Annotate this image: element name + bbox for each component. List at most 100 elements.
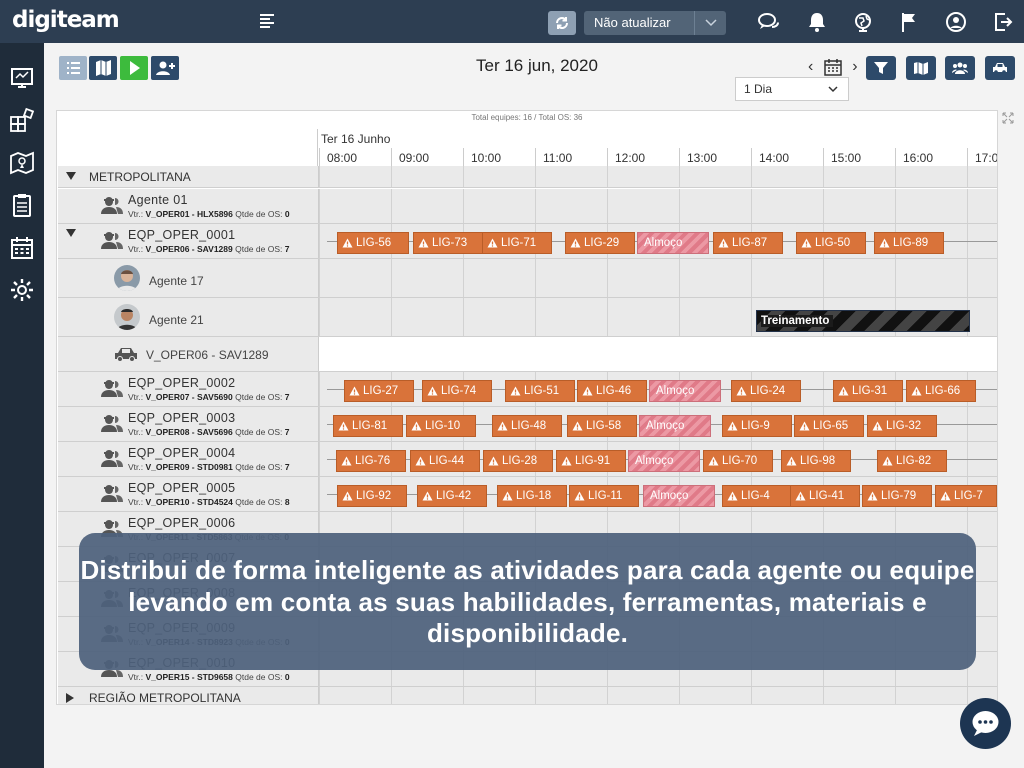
agent-avatar <box>114 304 140 330</box>
expand-icon[interactable] <box>1002 112 1014 124</box>
agent-name[interactable]: Agente 21 <box>149 313 204 327</box>
team-name[interactable]: EQP_OPER_0004 <box>128 446 235 460</box>
auto-update-select[interactable]: Não atualizar <box>584 11 726 35</box>
work-order-task[interactable]: LIG-11 <box>569 485 639 507</box>
work-order-task[interactable]: LIG-82 <box>877 450 947 472</box>
collapse-icon[interactable] <box>66 229 76 237</box>
hour-label: 10:00 <box>471 151 502 165</box>
group-label[interactable]: REGIÃO METROPOLITANA <box>89 691 241 704</box>
prev-day-button[interactable]: ‹ <box>808 58 813 75</box>
lunch-break[interactable]: Almoço <box>639 415 711 437</box>
work-order-task[interactable]: LIG-18 <box>497 485 567 507</box>
calendar-icon[interactable] <box>9 235 35 261</box>
work-order-task[interactable]: LIG-48 <box>492 415 562 437</box>
period-select[interactable]: 1 Dia <box>735 77 849 101</box>
dashboard-icon[interactable] <box>9 64 35 90</box>
map-button[interactable] <box>906 56 936 80</box>
globe-icon[interactable] <box>851 10 875 34</box>
team-icon <box>100 483 124 503</box>
work-order-task[interactable]: LIG-65 <box>794 415 864 437</box>
expand-group-icon[interactable] <box>66 693 74 703</box>
work-order-task[interactable]: LIG-91 <box>556 450 626 472</box>
work-order-task[interactable]: LIG-24 <box>731 380 801 402</box>
work-order-task[interactable]: LIG-46 <box>577 380 647 402</box>
play-button[interactable] <box>120 56 148 80</box>
filter-button[interactable] <box>866 56 896 80</box>
work-order-task[interactable]: LIG-79 <box>862 485 932 507</box>
work-order-task[interactable]: LIG-28 <box>483 450 553 472</box>
add-user-button[interactable] <box>151 56 179 80</box>
calendar-picker-icon[interactable] <box>824 58 842 76</box>
work-order-task[interactable]: LIG-76 <box>336 450 406 472</box>
work-order-task[interactable]: LIG-44 <box>410 450 480 472</box>
teams-button[interactable] <box>945 56 975 80</box>
chat-bubbles-icon[interactable] <box>757 10 781 34</box>
settings-icon[interactable] <box>9 277 35 303</box>
collapse-icon[interactable] <box>66 172 76 180</box>
work-order-task[interactable]: LIG-66 <box>906 380 976 402</box>
vehicle-name[interactable]: V_OPER06 - SAV1289 <box>146 348 269 362</box>
bell-icon[interactable] <box>805 10 829 34</box>
member-row: Agente 21 Treinamento <box>58 298 997 337</box>
work-order-task[interactable]: LIG-10 <box>406 415 476 437</box>
work-order-task[interactable]: LIG-27 <box>344 380 414 402</box>
vehicles-button[interactable] <box>985 56 1015 80</box>
work-order-task[interactable]: LIG-50 <box>796 232 866 254</box>
team-name[interactable]: EQP_OPER_0001 <box>128 228 235 242</box>
team-vehicle-info: Vtr.: V_OPER10 - STD4524 Qtde de OS: 8 <box>128 497 290 507</box>
chat-button[interactable] <box>960 698 1011 749</box>
team-name[interactable]: EQP_OPER_0003 <box>128 411 235 425</box>
user-circle-icon[interactable] <box>944 10 968 34</box>
chevron-down-icon <box>828 86 838 93</box>
work-order-task[interactable]: LIG-42 <box>417 485 487 507</box>
timeline-date: Ter 16 Junho <box>321 132 391 146</box>
agent-name[interactable]: Agente 17 <box>149 274 204 288</box>
lunch-break[interactable]: Almoço <box>649 380 721 402</box>
period-select-value: 1 Dia <box>744 82 773 96</box>
lunch-break[interactable]: Almoço <box>628 450 700 472</box>
flag-icon[interactable] <box>897 10 921 34</box>
lunch-break[interactable]: Almoço <box>643 485 715 507</box>
app-logo[interactable]: digiteam <box>12 7 120 33</box>
work-order-task[interactable]: LIG-56 <box>337 232 409 254</box>
work-order-task[interactable]: LIG-58 <box>567 415 637 437</box>
team-name[interactable]: EQP_OPER_0006 <box>128 516 235 530</box>
team-vehicle-info: Vtr.: V_OPER01 - HLX5896 Qtde de OS: 0 <box>128 209 290 219</box>
team-name[interactable]: EQP_OPER_0005 <box>128 481 235 495</box>
work-order-task[interactable]: LIG-70 <box>703 450 773 472</box>
work-order-task[interactable]: LIG-7 <box>935 485 997 507</box>
menu-icon[interactable] <box>260 12 276 30</box>
work-order-task[interactable]: LIG-98 <box>781 450 851 472</box>
work-order-task[interactable]: LIG-92 <box>337 485 407 507</box>
group-label[interactable]: METROPOLITANA <box>89 170 191 184</box>
work-order-task[interactable]: LIG-31 <box>833 380 903 402</box>
team-row: EQP_OPER_0002 Vtr.: V_OPER07 - SAV5690 Qt… <box>58 372 997 407</box>
map-view-button[interactable] <box>89 56 117 80</box>
work-order-task[interactable]: LIG-81 <box>333 415 403 437</box>
team-name[interactable]: Agente 01 <box>128 193 188 207</box>
work-order-task[interactable]: LIG-74 <box>422 380 492 402</box>
list-view-button[interactable] <box>59 56 87 80</box>
team-icon <box>100 230 124 250</box>
work-order-task[interactable]: LIG-9 <box>722 415 792 437</box>
summary-text: Total equipes: 16 / Total OS: 36 <box>471 113 583 122</box>
training-block[interactable]: Treinamento <box>756 310 970 332</box>
work-order-task[interactable]: LIG-73 <box>413 232 483 254</box>
work-order-task[interactable]: LIG-4 <box>722 485 792 507</box>
work-order-task[interactable]: LIG-41 <box>790 485 860 507</box>
clipboard-icon[interactable] <box>9 192 35 218</box>
map-icon[interactable] <box>9 150 35 176</box>
logout-icon[interactable] <box>991 10 1015 34</box>
modules-icon[interactable] <box>9 107 35 133</box>
team-vehicle-info: Vtr.: V_OPER07 - SAV5690 Qtde de OS: 7 <box>128 392 290 402</box>
work-order-task[interactable]: LIG-87 <box>713 232 783 254</box>
team-name[interactable]: EQP_OPER_0002 <box>128 376 235 390</box>
refresh-button[interactable] <box>548 11 576 35</box>
work-order-task[interactable]: LIG-29 <box>565 232 635 254</box>
work-order-task[interactable]: LIG-71 <box>482 232 552 254</box>
work-order-task[interactable]: LIG-89 <box>874 232 944 254</box>
work-order-task[interactable]: LIG-51 <box>505 380 575 402</box>
lunch-break[interactable]: Almoço <box>637 232 709 254</box>
work-order-task[interactable]: LIG-32 <box>867 415 937 437</box>
next-day-button[interactable]: › <box>852 58 857 75</box>
